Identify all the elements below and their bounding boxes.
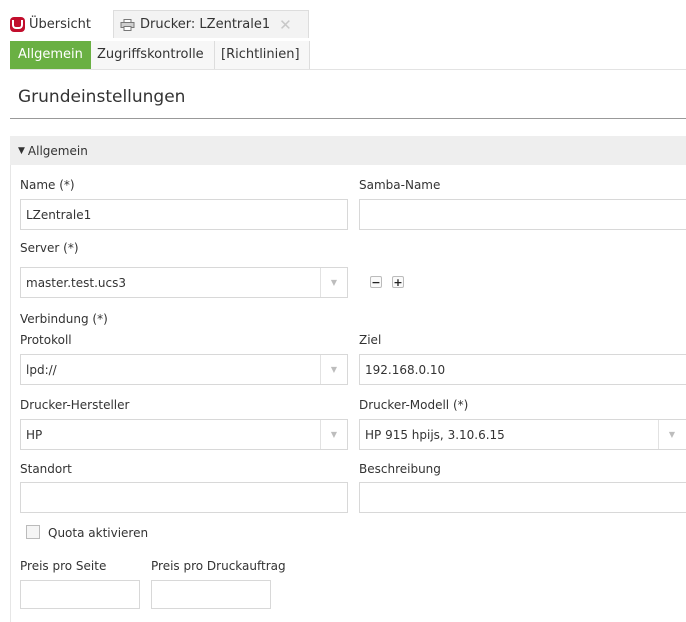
close-icon[interactable]: ✕ [279, 16, 292, 34]
title-divider [10, 118, 686, 119]
server-label: Server (*) [20, 241, 79, 255]
section-title: Allgemein [27, 143, 88, 158]
server-select[interactable]: master.test.ucs3 ▼ [20, 267, 348, 298]
caret-down-icon: ▼ [18, 145, 25, 156]
ziel-input[interactable]: 192.168.0.10 [359, 354, 686, 385]
name-input[interactable]: LZentrale1 [20, 199, 348, 230]
protokoll-select[interactable]: lpd:// ▼ [20, 354, 348, 385]
verbindung-label: Verbindung (*) [20, 312, 108, 326]
name-label: Name (*) [20, 178, 75, 192]
quota-label[interactable]: Quota aktivieren [48, 526, 148, 540]
hersteller-value: HP [26, 427, 43, 442]
preis-seite-label: Preis pro Seite [20, 559, 107, 573]
protokoll-label: Protokoll [20, 333, 72, 347]
chevron-down-icon[interactable]: ▼ [320, 355, 347, 384]
subtab-allgemein[interactable]: Allgemein [10, 41, 91, 69]
ziel-label: Ziel [359, 333, 382, 347]
tab-printer-label: Drucker: LZentrale1 [140, 17, 271, 32]
beschreibung-label: Beschreibung [359, 462, 441, 476]
subtab-richtlinien[interactable]: [Richtlinien] [215, 41, 310, 69]
chevron-down-icon[interactable]: ▼ [320, 268, 347, 297]
samba-name-label: Samba-Name [359, 178, 441, 192]
standort-input[interactable] [20, 482, 348, 513]
subtab-bar: Allgemein Zugriffskontrolle [Richtlinien… [10, 41, 686, 70]
quota-checkbox[interactable] [26, 525, 40, 539]
page-title: Grundeinstellungen [18, 87, 186, 107]
remove-server-button[interactable]: − [370, 276, 382, 288]
modell-label: Drucker-Modell (*) [359, 398, 469, 412]
preis-seite-input[interactable] [20, 580, 140, 609]
hersteller-label: Drucker-Hersteller [20, 398, 130, 412]
tab-printer[interactable]: Drucker: LZentrale1 ✕ [113, 10, 309, 38]
subtab-spacer [310, 41, 686, 69]
samba-name-input[interactable] [359, 199, 686, 230]
section-border [10, 165, 11, 622]
subtab-zugriffskontrolle[interactable]: Zugriffskontrolle [91, 41, 215, 69]
preis-auftrag-input[interactable] [151, 580, 271, 609]
modell-value: HP 915 hpijs, 3.10.6.15 [365, 427, 505, 442]
standort-label: Standort [20, 462, 72, 476]
server-value: master.test.ucs3 [26, 275, 126, 290]
preis-auftrag-label: Preis pro Druckauftrag [151, 559, 286, 573]
beschreibung-input[interactable] [359, 482, 686, 513]
chevron-down-icon[interactable]: ▼ [658, 420, 685, 449]
add-server-button[interactable]: + [392, 276, 404, 288]
univention-logo-icon [10, 16, 25, 32]
printer-icon [120, 18, 135, 31]
section-header-allgemein[interactable]: ▼ Allgemein [10, 136, 686, 165]
protokoll-value: lpd:// [26, 362, 57, 377]
chevron-down-icon[interactable]: ▼ [320, 420, 347, 449]
tab-overview[interactable]: Übersicht [10, 10, 111, 38]
hersteller-select[interactable]: HP ▼ [20, 419, 348, 450]
tab-overview-label: Übersicht [29, 16, 91, 32]
modell-select[interactable]: HP 915 hpijs, 3.10.6.15 ▼ [359, 419, 686, 450]
